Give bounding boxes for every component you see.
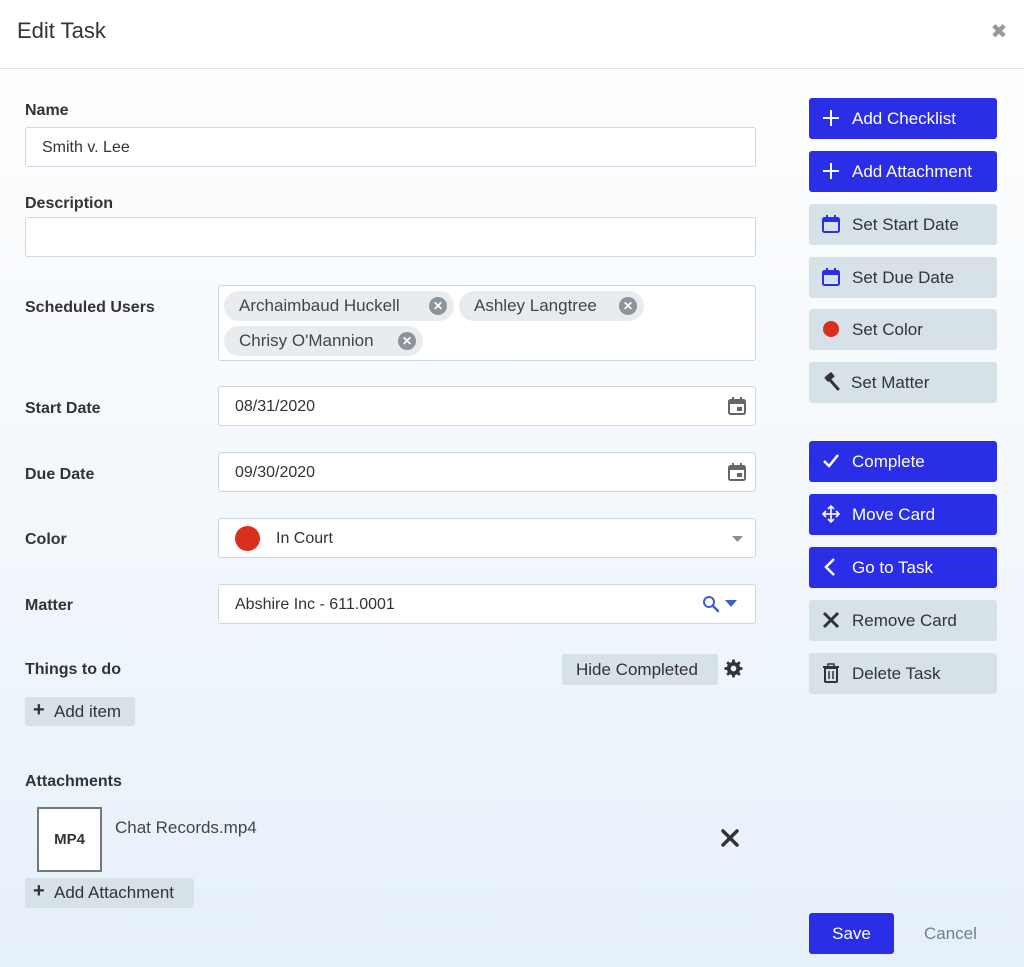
remove-user-icon[interactable]: ✕: [429, 297, 447, 315]
name-field[interactable]: Smith v. Lee: [25, 127, 756, 167]
calendar-icon: [822, 215, 840, 233]
start-date-field[interactable]: 08/31/2020: [218, 386, 756, 426]
calendar-icon[interactable]: [727, 462, 747, 482]
move-card-button[interactable]: Move Card: [809, 494, 997, 535]
add-checklist-label: Add Checklist: [852, 109, 956, 128]
matter-select[interactable]: Abshire Inc - 611.0001: [218, 584, 756, 624]
description-label: Description: [25, 195, 114, 212]
close-icon[interactable]: ✖: [989, 22, 1009, 42]
color-swatch-icon: [235, 526, 260, 551]
matter-label: Matter: [25, 597, 74, 614]
due-date-value: 09/30/2020: [235, 464, 316, 481]
remove-user-icon[interactable]: ✕: [398, 332, 416, 350]
complete-label: Complete: [852, 452, 925, 471]
hide-completed-label: Hide Completed: [576, 660, 698, 679]
add-item-button[interactable]: + Add item: [25, 697, 135, 726]
due-date-field[interactable]: 09/30/2020: [218, 452, 756, 492]
add-attachment-label: Add Attachment: [54, 883, 175, 902]
caret-down-icon[interactable]: [732, 536, 743, 543]
user-chip: Ashley Langtree ✕: [459, 291, 644, 321]
plus-icon: [823, 110, 839, 126]
remove-attachment-icon[interactable]: [721, 829, 739, 847]
plus-icon: [823, 163, 839, 179]
user-chip: Archaimbaud Huckell ✕: [224, 291, 454, 321]
go-to-task-button[interactable]: Go to Task: [809, 547, 997, 588]
name-value: Smith v. Lee: [42, 139, 130, 156]
remove-card-button[interactable]: Remove Card: [809, 600, 997, 641]
calendar-icon[interactable]: [727, 396, 747, 416]
set-start-date-label: Set Start Date: [852, 215, 959, 234]
add-attachment-action-label: Add Attachment: [852, 162, 973, 181]
complete-button[interactable]: Complete: [809, 441, 997, 482]
due-date-label: Due Date: [25, 466, 95, 483]
cancel-button[interactable]: Cancel: [924, 924, 977, 944]
set-due-date-label: Set Due Date: [852, 268, 955, 287]
scheduled-users-label: Scheduled Users: [25, 299, 155, 316]
gear-icon[interactable]: [724, 659, 743, 678]
plus-icon: +: [33, 699, 45, 721]
check-icon: [823, 454, 839, 468]
search-icon[interactable]: [702, 595, 720, 613]
things-to-do-label: Things to do: [25, 661, 121, 678]
plus-icon: +: [33, 880, 45, 902]
attachment-filename[interactable]: Chat Records.mp4: [115, 818, 257, 838]
add-item-label: Add item: [54, 702, 122, 721]
set-matter-button[interactable]: Set Matter: [809, 362, 997, 403]
set-start-date-button[interactable]: Set Start Date: [809, 204, 997, 245]
add-checklist-button[interactable]: Add Checklist: [809, 98, 997, 139]
color-label: Color: [25, 531, 67, 548]
dialog-header: Edit Task ✖: [0, 0, 1024, 69]
calendar-icon: [822, 268, 840, 286]
file-type-label: MP4: [54, 831, 85, 848]
x-icon: [822, 611, 840, 629]
go-to-task-label: Go to Task: [852, 558, 933, 577]
color-dot-icon: [823, 321, 839, 337]
user-chip-label: Archaimbaud Huckell: [239, 296, 400, 315]
attachments-label: Attachments: [25, 773, 122, 790]
description-field[interactable]: [25, 217, 756, 257]
start-date-label: Start Date: [25, 400, 101, 417]
save-button[interactable]: Save: [809, 913, 894, 954]
add-attachment-action-button[interactable]: Add Attachment: [809, 151, 997, 192]
move-icon: [821, 504, 841, 524]
delete-task-button[interactable]: Delete Task: [809, 653, 997, 694]
color-value: In Court: [276, 530, 333, 547]
set-matter-label: Set Matter: [851, 373, 930, 392]
move-card-label: Move Card: [852, 505, 936, 524]
start-date-value: 08/31/2020: [235, 398, 316, 415]
set-due-date-button[interactable]: Set Due Date: [809, 257, 997, 298]
dialog-title: Edit Task: [17, 18, 106, 43]
delete-task-label: Delete Task: [852, 664, 941, 683]
name-label: Name: [25, 102, 69, 119]
gavel-icon: [824, 372, 840, 391]
scheduled-users-field[interactable]: Archaimbaud Huckell ✕ Ashley Langtree ✕ …: [218, 285, 756, 361]
user-chip-label: Ashley Langtree: [474, 296, 597, 315]
user-chip: Chrisy O'Mannion ✕: [224, 326, 423, 356]
matter-value: Abshire Inc - 611.0001: [235, 596, 395, 613]
set-color-button[interactable]: Set Color: [809, 309, 997, 350]
hide-completed-button[interactable]: Hide Completed: [562, 654, 718, 685]
file-thumbnail[interactable]: MP4: [37, 807, 102, 872]
user-chip-label: Chrisy O'Mannion: [239, 331, 374, 350]
remove-user-icon[interactable]: ✕: [619, 297, 637, 315]
set-color-label: Set Color: [852, 320, 923, 339]
add-attachment-button[interactable]: + Add Attachment: [25, 878, 194, 908]
trash-icon: [823, 663, 839, 683]
chevron-left-icon: [824, 558, 835, 576]
color-select[interactable]: In Court: [218, 518, 756, 558]
caret-down-icon[interactable]: [725, 600, 737, 608]
remove-card-label: Remove Card: [852, 611, 957, 630]
